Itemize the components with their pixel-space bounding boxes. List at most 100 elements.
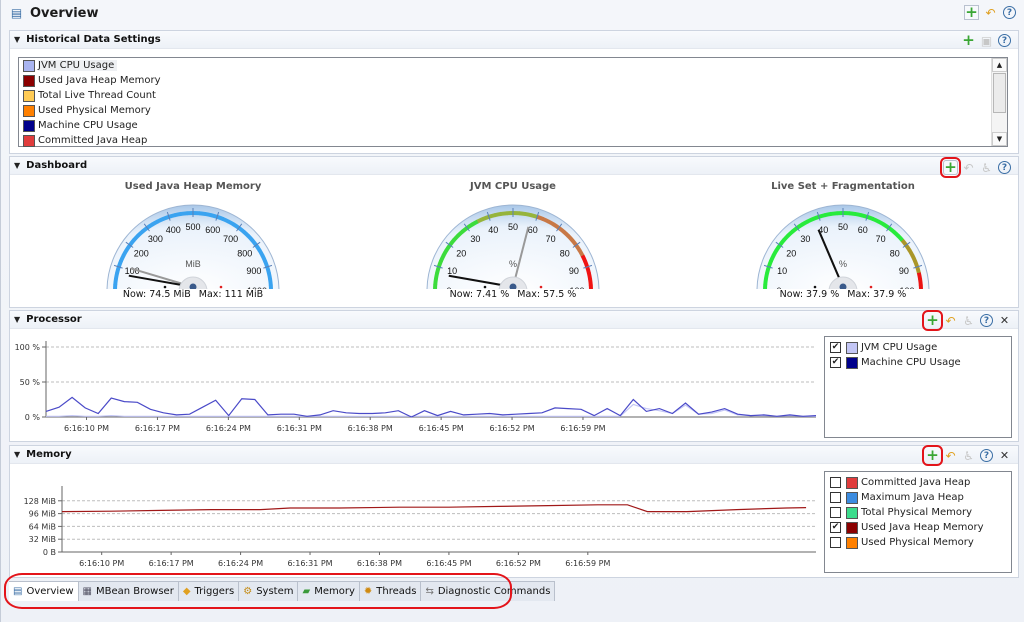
- legend-label: Machine CPU Usage: [861, 357, 961, 368]
- y-tick-label: 50 %: [20, 378, 41, 387]
- color-swatch: [23, 89, 35, 102]
- gauge-band-segment: [824, 211, 832, 218]
- processor-chart[interactable]: 0 % 50 % 100 % 6:16:10 PM 6:16:17 PM 6:16:24 …: [10, 331, 818, 443]
- gauge-tick-label: 900: [246, 266, 261, 276]
- legend-item[interactable]: Used Physical Memory: [825, 535, 1011, 550]
- series-checkbox[interactable]: ✔: [830, 357, 841, 368]
- refresh-icon[interactable]: ↶: [961, 160, 976, 175]
- refresh-icon[interactable]: ↶: [983, 5, 998, 20]
- historical-data-settings-section: ▼ Historical Data Settings + ▣ ? ▲ ▼ JVM…: [9, 30, 1019, 154]
- scroll-thumb[interactable]: [993, 73, 1006, 113]
- color-swatch: [23, 134, 35, 147]
- x-tick-label: 6:16:17 PM: [135, 424, 180, 433]
- legend-item[interactable]: Total Physical Memory: [825, 505, 1011, 520]
- section-title: Processor: [26, 314, 82, 325]
- help-icon[interactable]: ?: [980, 449, 993, 462]
- series-checkbox[interactable]: [830, 477, 841, 488]
- add-icon[interactable]: +: [964, 5, 979, 20]
- collapse-triangle-icon[interactable]: ▼: [14, 315, 20, 324]
- list-item[interactable]: Committed Java Heap: [19, 133, 1007, 148]
- color-swatch: [846, 491, 858, 504]
- gauge-band-segment: [433, 271, 440, 280]
- gauge-tick-label: 70: [546, 234, 556, 244]
- refresh-icon[interactable]: ↶: [943, 313, 958, 328]
- tab-label: Threads: [376, 586, 417, 597]
- gauge-unit: MiB: [185, 259, 201, 269]
- list-item[interactable]: Total Live Thread Count: [19, 88, 1007, 103]
- help-icon[interactable]: ?: [998, 161, 1011, 174]
- color-swatch: [846, 521, 858, 534]
- series-checkbox[interactable]: ✔: [830, 522, 841, 533]
- tab-system[interactable]: ⚙ System: [239, 582, 299, 601]
- gauge-band-segment: [580, 254, 588, 263]
- vertical-scrollbar[interactable]: ▲ ▼: [991, 58, 1007, 146]
- gauge-band-segment: [198, 211, 207, 217]
- legend-item[interactable]: Maximum Java Heap: [825, 490, 1011, 505]
- y-tick-label: 64 MiB: [29, 522, 56, 531]
- series-checkbox[interactable]: [830, 507, 841, 518]
- series-checkbox[interactable]: [830, 492, 841, 503]
- list-item[interactable]: Used Java Heap Memory: [19, 73, 1007, 88]
- accessibility-icon[interactable]: ♿: [979, 160, 994, 175]
- add-series-icon[interactable]: +: [922, 445, 943, 466]
- memory-chart[interactable]: 0 B 32 MiB 64 MiB 96 MiB 128 MiB 6:16:10 PM 6:…: [10, 466, 818, 578]
- add-attribute-icon[interactable]: +: [961, 33, 976, 48]
- tab-memory[interactable]: ▰ Memory: [298, 582, 360, 601]
- processor-header[interactable]: ▼ Processor: [10, 311, 1018, 329]
- collapse-triangle-icon[interactable]: ▼: [14, 450, 20, 459]
- x-tick-label: 6:16:59 PM: [560, 424, 605, 433]
- tab-triggers[interactable]: ◆ Triggers: [178, 582, 240, 601]
- close-icon[interactable]: ✕: [997, 313, 1012, 328]
- refresh-icon[interactable]: ↶: [943, 448, 958, 463]
- gauge-title: Used Java Heap Memory: [124, 181, 262, 192]
- collapse-triangle-icon[interactable]: ▼: [14, 35, 20, 44]
- accessibility-icon[interactable]: ♿: [961, 448, 976, 463]
- gauge-band-segment: [204, 211, 213, 218]
- gauge-band-segment: [524, 211, 533, 218]
- list-item[interactable]: Machine CPU Usage: [19, 118, 1007, 133]
- historical-attribute-list[interactable]: ▲ ▼ JVM CPU Usage Used Java Heap Memory To…: [18, 57, 1008, 147]
- y-tick-label: 128 MiB: [24, 497, 56, 506]
- gauge-min-marker: [813, 285, 817, 289]
- dashboard-section: ▼ Dashboard + ↶ ♿ ? Used Java Heap Memor…: [9, 156, 1019, 308]
- gauge: Live Set + Fragmentation0102030405060708…: [748, 181, 938, 303]
- scroll-down-icon[interactable]: ▼: [992, 132, 1007, 146]
- historical-data-settings-header[interactable]: ▼ Historical Data Settings: [10, 31, 1018, 49]
- list-item[interactable]: Used Physical Memory: [19, 103, 1007, 118]
- help-icon[interactable]: ?: [998, 34, 1011, 47]
- gauge-min-marker: [163, 285, 167, 289]
- processor-legend: ✔ JVM CPU Usage ✔ Machine CPU Usage: [824, 336, 1012, 438]
- memory-header[interactable]: ▼ Memory: [10, 446, 1018, 464]
- legend-item[interactable]: Committed Java Heap: [825, 475, 1011, 490]
- legend-item[interactable]: ✔ JVM CPU Usage: [825, 340, 1011, 355]
- gauge-band-segment: [168, 213, 176, 219]
- gauge-band-segment: [583, 260, 590, 268]
- add-gauge-icon[interactable]: +: [940, 157, 961, 178]
- gauge-tick-label: 30: [470, 234, 480, 244]
- tab-threads[interactable]: ✹ Threads: [359, 582, 422, 601]
- series-checkbox[interactable]: ✔: [830, 342, 841, 353]
- x-tick-label: 6:16:52 PM: [496, 559, 541, 568]
- accessibility-icon[interactable]: ♿: [961, 313, 976, 328]
- tab-diagnostic-commands[interactable]: ⇆ Diagnostic Commands: [421, 582, 556, 601]
- list-item[interactable]: JVM CPU Usage: [19, 58, 1007, 73]
- add-series-icon[interactable]: +: [922, 310, 943, 331]
- scroll-up-icon[interactable]: ▲: [992, 58, 1007, 72]
- series-checkbox[interactable]: [830, 537, 841, 548]
- close-icon[interactable]: ✕: [997, 448, 1012, 463]
- x-tick-label: 6:16:38 PM: [348, 424, 393, 433]
- legend-item[interactable]: ✔ Used Java Heap Memory: [825, 520, 1011, 535]
- help-icon[interactable]: ?: [980, 314, 993, 327]
- gauge-tick-label: 700: [223, 234, 238, 244]
- gauge-now-value: Now: 74.5 MiB: [122, 289, 191, 300]
- y-tick-label: 32 MiB: [29, 535, 56, 544]
- tab-overview[interactable]: ▤ Overview: [9, 582, 79, 601]
- y-tick-label: 96 MiB: [29, 510, 56, 519]
- gauge-tick-label: 10: [447, 266, 457, 276]
- legend-item[interactable]: ✔ Machine CPU Usage: [825, 355, 1011, 370]
- tab-mbean-browser[interactable]: ▦ MBean Browser: [78, 582, 179, 601]
- dashboard-header[interactable]: ▼ Dashboard: [10, 157, 1018, 175]
- help-icon[interactable]: ?: [1003, 6, 1016, 19]
- collapse-triangle-icon[interactable]: ▼: [14, 161, 20, 170]
- remove-attribute-icon[interactable]: ▣: [979, 33, 994, 48]
